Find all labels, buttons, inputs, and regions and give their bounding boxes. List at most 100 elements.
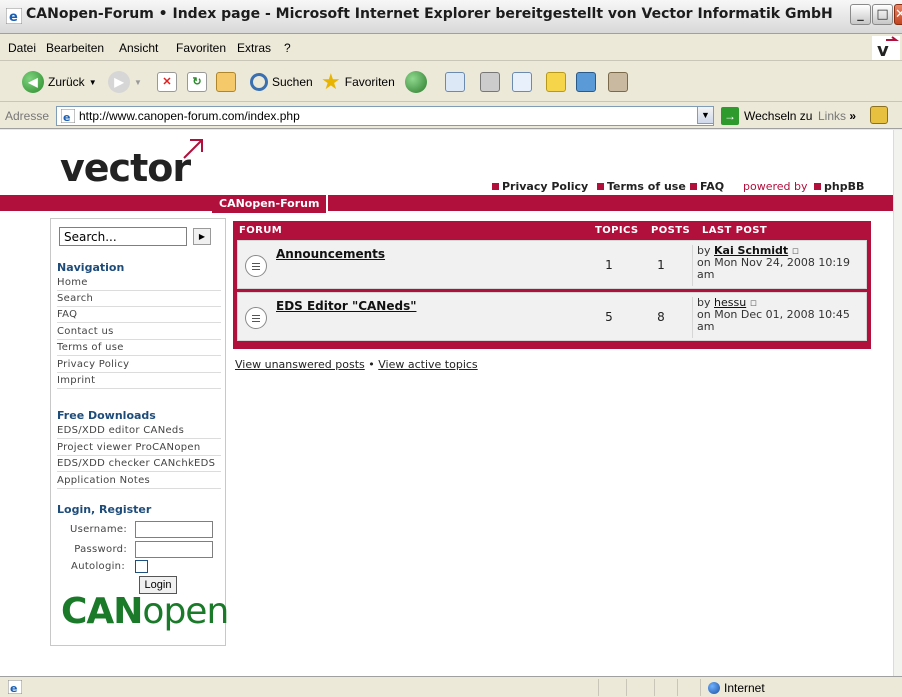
back-button[interactable]: ◀ Zurück ▼: [22, 70, 97, 94]
page-content: vector Privacy Policy Terms of use FAQ p…: [0, 130, 893, 676]
home-icon[interactable]: [216, 72, 236, 92]
vector-brand-icon: v: [872, 36, 900, 60]
nav-privacy-policy[interactable]: Privacy Policy: [57, 357, 221, 373]
privacy-policy-link[interactable]: Privacy Policy: [492, 180, 588, 193]
username-label: Username:: [69, 524, 127, 535]
download-canchkeds[interactable]: EDS/XDD checker CANchkEDS: [57, 456, 221, 472]
last-post-date-suffix: am: [697, 320, 715, 333]
address-input[interactable]: e http://www.canopen-forum.com/index.php: [56, 106, 714, 126]
menu-bar: Datei Bearbeiten Ansicht Favoriten Extra…: [0, 34, 902, 61]
topics-header: TOPICS: [595, 225, 639, 236]
links-button[interactable]: Links »: [818, 109, 856, 123]
edit-icon[interactable]: [512, 72, 532, 92]
page-icon: e: [61, 109, 75, 123]
stop-icon[interactable]: ✕: [157, 72, 177, 92]
menu-bearbeiten[interactable]: Bearbeiten: [46, 41, 104, 55]
internet-zone: Internet: [708, 681, 765, 695]
messenger-icon[interactable]: [576, 72, 596, 92]
sidebar-search-input[interactable]: Search...: [59, 227, 187, 246]
table-row: Announcements 1 1 by Kai Schmidt ▫ on Mo…: [237, 240, 867, 289]
nav-imprint[interactable]: Imprint: [57, 373, 221, 389]
status-bar: e Internet: [0, 676, 902, 697]
mail-icon[interactable]: [445, 72, 465, 92]
download-application-notes[interactable]: Application Notes: [57, 473, 221, 489]
view-active-link[interactable]: View active topics: [378, 358, 477, 371]
menu-ansicht[interactable]: Ansicht: [119, 41, 158, 55]
nav-contact-us[interactable]: Contact us: [57, 324, 221, 340]
minimize-button[interactable]: _: [850, 4, 871, 25]
table-row: EDS Editor "CANeds" 5 8 by hessu ▫ on Mo…: [237, 292, 867, 341]
last-post-cell: by hessu ▫ on Mon Dec 01, 2008 10:45 am: [692, 297, 868, 338]
svg-text:e: e: [63, 111, 70, 123]
svg-text:e: e: [10, 682, 17, 694]
autologin-checkbox[interactable]: [135, 560, 148, 573]
title-bar: e CANopen-Forum • Index page - Microsoft…: [0, 0, 902, 34]
window-title: CANopen-Forum • Index page - Microsoft I…: [26, 6, 833, 22]
privacy-policy-label: Privacy Policy: [502, 180, 589, 193]
topics-count: 1: [605, 258, 613, 272]
last-post-header: LAST POST: [702, 225, 768, 236]
posts-header: POSTS: [651, 225, 691, 236]
forum-header: FORUM: [239, 225, 283, 236]
toolbar-extension-icon[interactable]: [870, 106, 888, 124]
go-arrow-icon[interactable]: →: [721, 107, 739, 125]
search-toolbar-button[interactable]: Suchen: [250, 70, 313, 94]
star-icon: ★: [321, 69, 341, 94]
print-icon[interactable]: [480, 72, 500, 92]
terms-of-use-link[interactable]: Terms of use: [597, 180, 686, 193]
forum-tab[interactable]: CANopen-Forum: [212, 195, 329, 213]
sidebar-search-button[interactable]: ▶: [193, 228, 211, 245]
discuss-icon[interactable]: [546, 72, 566, 92]
topics-count: 5: [605, 310, 613, 324]
login-title: Login, Register: [57, 503, 152, 516]
nav-terms-of-use[interactable]: Terms of use: [57, 340, 221, 356]
ie-icon: e: [6, 8, 22, 24]
menu-extras[interactable]: Extras: [237, 41, 271, 55]
last-post-date: on Mon Dec 01, 2008 10:45: [697, 308, 850, 321]
header-bar: [0, 195, 893, 211]
nav-home[interactable]: Home: [57, 275, 221, 291]
menu-help[interactable]: ?: [284, 41, 291, 55]
powered-text: powered by: [743, 180, 808, 193]
menu-datei[interactable]: Datei: [8, 41, 36, 55]
close-button[interactable]: ✕: [894, 4, 902, 25]
nav-faq[interactable]: FAQ: [57, 307, 221, 323]
download-canEds[interactable]: EDS/XDD editor CANeds: [57, 423, 221, 439]
forum-name-link[interactable]: EDS Editor "CANeds": [276, 299, 416, 313]
favorites-button[interactable]: ★ Favoriten: [321, 69, 395, 94]
canopen-logo-light: open: [142, 591, 229, 632]
navigation-title: Navigation: [57, 261, 125, 274]
go-button[interactable]: Wechseln zu: [744, 109, 812, 123]
zone-label: Internet: [724, 681, 765, 695]
address-dropdown-icon[interactable]: ▼: [697, 106, 714, 124]
download-procanopen[interactable]: Project viewer ProCANopen: [57, 440, 221, 456]
vector-logo[interactable]: vector: [60, 139, 203, 190]
posts-count: 8: [657, 310, 665, 324]
menu-favoriten[interactable]: Favoriten: [176, 41, 226, 55]
forum-read-icon: [245, 307, 267, 329]
view-unanswered-link[interactable]: View unanswered posts: [235, 358, 365, 371]
forum-read-icon: [245, 255, 267, 277]
faq-link[interactable]: FAQ: [690, 180, 724, 193]
forward-button[interactable]: ▶ ▼: [108, 70, 142, 94]
vector-logo-text: vector: [60, 146, 191, 190]
nav-search[interactable]: Search: [57, 291, 221, 307]
posts-count: 1: [657, 258, 665, 272]
vertical-scrollbar[interactable]: [893, 130, 902, 676]
research-icon[interactable]: [608, 72, 628, 92]
terms-of-use-label: Terms of use: [607, 180, 686, 193]
address-url: http://www.canopen-forum.com/index.php: [79, 109, 300, 123]
username-field[interactable]: [135, 521, 213, 538]
forum-name-link[interactable]: Announcements: [276, 247, 385, 261]
refresh-icon[interactable]: ↻: [187, 72, 207, 92]
phpbb-link[interactable]: phpBB: [824, 180, 864, 193]
history-icon[interactable]: [405, 71, 427, 93]
globe-icon: [708, 682, 720, 694]
faq-label: FAQ: [700, 180, 725, 193]
last-post-cell: by Kai Schmidt ▫ on Mon Nov 24, 2008 10:…: [692, 245, 868, 286]
downloads-title: Free Downloads: [57, 409, 156, 422]
status-page-icon: e: [8, 680, 22, 694]
password-field[interactable]: [135, 541, 213, 558]
forward-arrow-icon: ▶: [108, 71, 130, 93]
maximize-button[interactable]: □: [872, 4, 893, 25]
